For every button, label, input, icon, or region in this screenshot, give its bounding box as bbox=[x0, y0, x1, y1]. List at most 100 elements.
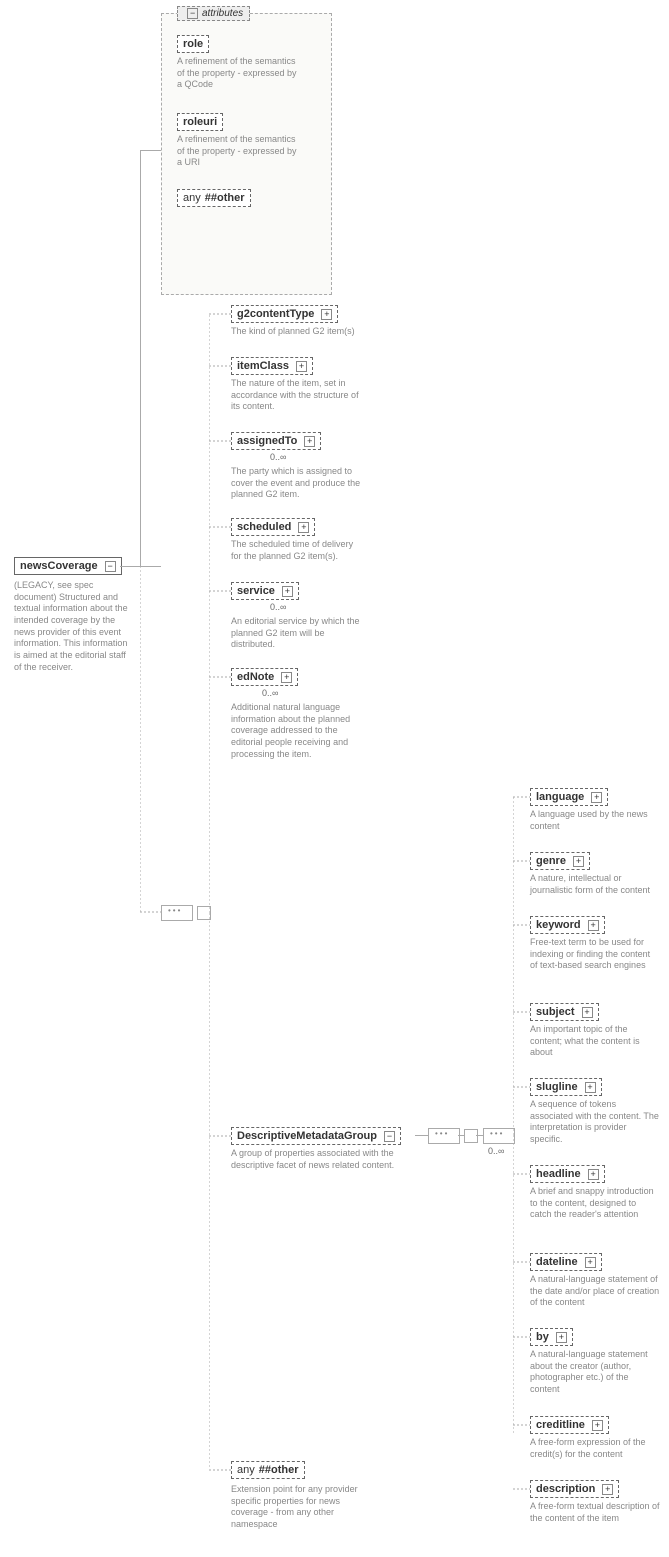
el-subject[interactable]: subject + bbox=[530, 1003, 599, 1021]
el-DescriptiveMetadataGroup[interactable]: DescriptiveMetadataGroup− bbox=[231, 1127, 401, 1145]
element-label: edNote bbox=[237, 671, 274, 683]
el-desc: An editorial service by which the planne… bbox=[231, 616, 361, 651]
el-any-ext[interactable]: any ##other bbox=[231, 1461, 305, 1479]
el-headline[interactable]: headline + bbox=[530, 1165, 605, 1183]
attr-role-desc: A refinement of the semantics of the pro… bbox=[177, 56, 297, 91]
attr-label: role bbox=[183, 38, 203, 50]
element-label: subject bbox=[536, 1006, 575, 1018]
element-label: service bbox=[237, 585, 275, 597]
element-label: DescriptiveMetadataGroup bbox=[237, 1130, 377, 1142]
sequence-icon bbox=[161, 905, 193, 921]
expand-icon[interactable]: + bbox=[588, 920, 599, 931]
any-label: ##other bbox=[259, 1464, 299, 1476]
el-keyword[interactable]: keyword + bbox=[530, 916, 605, 934]
expand-icon[interactable]: + bbox=[582, 1007, 593, 1018]
el-desc: A free-form textual description of the c… bbox=[530, 1501, 660, 1524]
el-scheduled[interactable]: scheduled + bbox=[231, 518, 315, 536]
el-desc: A group of properties associated with th… bbox=[231, 1148, 401, 1171]
el-desc: The kind of planned G2 item(s) bbox=[231, 326, 355, 338]
el-genre[interactable]: genre + bbox=[530, 852, 590, 870]
expand-icon[interactable]: + bbox=[592, 1420, 603, 1431]
el-desc: A language used by the news content bbox=[530, 809, 660, 832]
attributes-title: attributes bbox=[202, 8, 243, 19]
element-desc: (LEGACY, see spec document) Structured a… bbox=[14, 580, 134, 674]
element-newsCoverage[interactable]: newsCoverage− bbox=[14, 557, 122, 575]
expand-icon[interactable]: + bbox=[556, 1332, 567, 1343]
expand-icon[interactable]: − bbox=[105, 561, 116, 572]
el-desc: A natural-language statement of the date… bbox=[530, 1274, 660, 1309]
expand-icon[interactable]: + bbox=[296, 361, 307, 372]
cardinality: 0..∞ bbox=[270, 602, 286, 612]
el-desc: The scheduled time of delivery for the p… bbox=[231, 539, 361, 562]
el-desc: A brief and snappy introduction to the c… bbox=[530, 1186, 660, 1221]
expand-icon[interactable]: + bbox=[585, 1082, 596, 1093]
el-edNote[interactable]: edNote + bbox=[231, 668, 298, 686]
el-by[interactable]: by + bbox=[530, 1328, 573, 1346]
element-label: creditline bbox=[536, 1419, 585, 1431]
connector bbox=[458, 1135, 464, 1136]
expand-icon[interactable]: + bbox=[281, 672, 292, 683]
element-label: description bbox=[536, 1483, 595, 1495]
el-creditline[interactable]: creditline + bbox=[530, 1416, 609, 1434]
expand-icon[interactable]: + bbox=[591, 792, 602, 803]
expand-icon[interactable]: + bbox=[585, 1257, 596, 1268]
connector bbox=[476, 1135, 483, 1136]
expand-icon[interactable]: + bbox=[282, 586, 293, 597]
element-label: itemClass bbox=[237, 360, 289, 372]
expand-icon[interactable]: + bbox=[573, 856, 584, 867]
el-g2contentType[interactable]: g2contentType+ bbox=[231, 305, 338, 323]
any-label: ##other bbox=[205, 192, 245, 204]
element-label: slugline bbox=[536, 1081, 578, 1093]
expand-icon[interactable]: + bbox=[602, 1484, 613, 1495]
el-desc: A sequence of tokens associated with the… bbox=[530, 1099, 660, 1146]
element-label: keyword bbox=[536, 919, 581, 931]
choice-icon bbox=[197, 906, 211, 920]
cardinality: 0..∞ bbox=[488, 1146, 504, 1156]
expand-icon[interactable]: + bbox=[321, 309, 332, 320]
element-label: dateline bbox=[536, 1256, 578, 1268]
connector bbox=[415, 1135, 428, 1136]
collapse-icon[interactable]: − bbox=[187, 8, 198, 19]
el-dateline[interactable]: dateline + bbox=[530, 1253, 602, 1271]
cardinality: 0..∞ bbox=[262, 688, 278, 698]
el-itemClass[interactable]: itemClass + bbox=[231, 357, 313, 375]
element-label: headline bbox=[536, 1168, 581, 1180]
expand-icon[interactable]: + bbox=[304, 436, 315, 447]
any-prefix: any bbox=[237, 1464, 255, 1476]
el-desc: Additional natural language information … bbox=[231, 702, 361, 760]
element-label: scheduled bbox=[237, 521, 291, 533]
attr-any[interactable]: any ##other bbox=[177, 189, 251, 207]
attr-role[interactable]: role bbox=[177, 35, 209, 53]
element-label: by bbox=[536, 1331, 549, 1343]
sequence-icon bbox=[428, 1128, 460, 1144]
connector bbox=[120, 566, 161, 567]
cardinality: 0..∞ bbox=[270, 452, 286, 462]
attr-roleuri[interactable]: roleuri bbox=[177, 113, 223, 131]
any-prefix: any bbox=[183, 192, 201, 204]
attr-label: roleuri bbox=[183, 116, 217, 128]
expand-icon[interactable]: − bbox=[384, 1131, 395, 1142]
el-service[interactable]: service + bbox=[231, 582, 299, 600]
attributes-header[interactable]: −attributes bbox=[177, 6, 250, 21]
el-desc: The nature of the item, set in accordanc… bbox=[231, 378, 361, 413]
connector bbox=[140, 150, 161, 151]
el-desc: An important topic of the content; what … bbox=[530, 1024, 660, 1059]
element-label: newsCoverage bbox=[20, 560, 98, 572]
el-language[interactable]: language+ bbox=[530, 788, 608, 806]
attr-roleuri-desc: A refinement of the semantics of the pro… bbox=[177, 134, 297, 169]
expand-icon[interactable]: + bbox=[588, 1169, 599, 1180]
el-assignedTo[interactable]: assignedTo + bbox=[231, 432, 321, 450]
element-label: genre bbox=[536, 855, 566, 867]
connector bbox=[140, 150, 141, 566]
el-desc: A natural-language statement about the c… bbox=[530, 1349, 660, 1396]
expand-icon[interactable]: + bbox=[298, 522, 309, 533]
el-slugline[interactable]: slugline + bbox=[530, 1078, 602, 1096]
el-desc: The party which is assigned to cover the… bbox=[231, 466, 361, 501]
element-label: assignedTo bbox=[237, 435, 297, 447]
el-desc: Free-text term to be used for indexing o… bbox=[530, 937, 660, 972]
sequence-icon bbox=[483, 1128, 515, 1144]
el-desc: A nature, intellectual or journalistic f… bbox=[530, 873, 660, 896]
el-desc: A free-form expression of the credit(s) … bbox=[530, 1437, 660, 1460]
el-description[interactable]: description + bbox=[530, 1480, 619, 1498]
el-desc: Extension point for any provider specifi… bbox=[231, 1484, 361, 1531]
